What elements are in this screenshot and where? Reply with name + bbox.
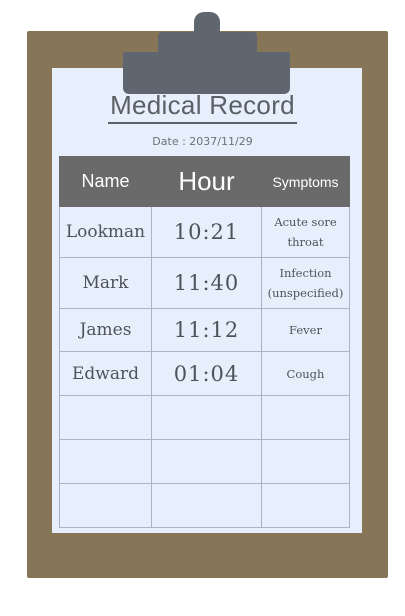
empty-cell — [151, 483, 262, 528]
visit-hour: 11:40 — [151, 257, 262, 309]
table-row: James 11:12 Fever — [59, 308, 350, 352]
visit-hour: 11:12 — [151, 308, 262, 352]
table-row: Lookman 10:21 Acute sore throat — [59, 206, 350, 258]
column-header-symptoms: Symptoms — [261, 156, 350, 207]
symptom-cell: Infection (unspecified) — [261, 257, 350, 309]
record-table: Name Hour Symptoms Lookman 10:21 Acute s… — [59, 156, 350, 528]
page-title: Medical Record — [0, 90, 405, 124]
clip-base — [123, 52, 290, 94]
empty-cell — [151, 395, 262, 440]
empty-cell — [59, 395, 152, 440]
symptom-line: Acute sore — [274, 215, 337, 229]
visit-hour: 01:04 — [151, 351, 262, 396]
symptom-line: (unspecified) — [267, 286, 344, 300]
column-header-name: Name — [59, 156, 152, 207]
symptom-line: throat — [287, 235, 324, 249]
symptom-cell: Fever — [261, 308, 350, 352]
visit-hour: 10:21 — [151, 206, 262, 258]
empty-cell — [261, 483, 350, 528]
symptom-cell: Acute sore throat — [261, 206, 350, 258]
empty-cell — [261, 395, 350, 440]
symptom-line: Infection — [279, 266, 332, 280]
empty-cell — [151, 439, 262, 484]
title-text: Medical Record — [108, 90, 297, 124]
table-row: Edward 01:04 Cough — [59, 351, 350, 396]
empty-cell — [59, 439, 152, 484]
empty-cell — [59, 483, 152, 528]
empty-row — [59, 395, 350, 440]
patient-name: Edward — [59, 351, 152, 396]
record-date: Date : 2037/11/29 — [152, 135, 253, 148]
clip-neck — [158, 32, 257, 52]
patient-name: Lookman — [59, 206, 152, 258]
table-header-row: Name Hour Symptoms — [59, 156, 350, 207]
column-header-hour: Hour — [151, 156, 262, 207]
empty-cell — [261, 439, 350, 484]
patient-name: Mark — [59, 257, 152, 309]
symptom-cell: Cough — [261, 351, 350, 396]
empty-row — [59, 439, 350, 484]
table-row: Mark 11:40 Infection (unspecified) — [59, 257, 350, 309]
empty-row — [59, 483, 350, 528]
patient-name: James — [59, 308, 152, 352]
